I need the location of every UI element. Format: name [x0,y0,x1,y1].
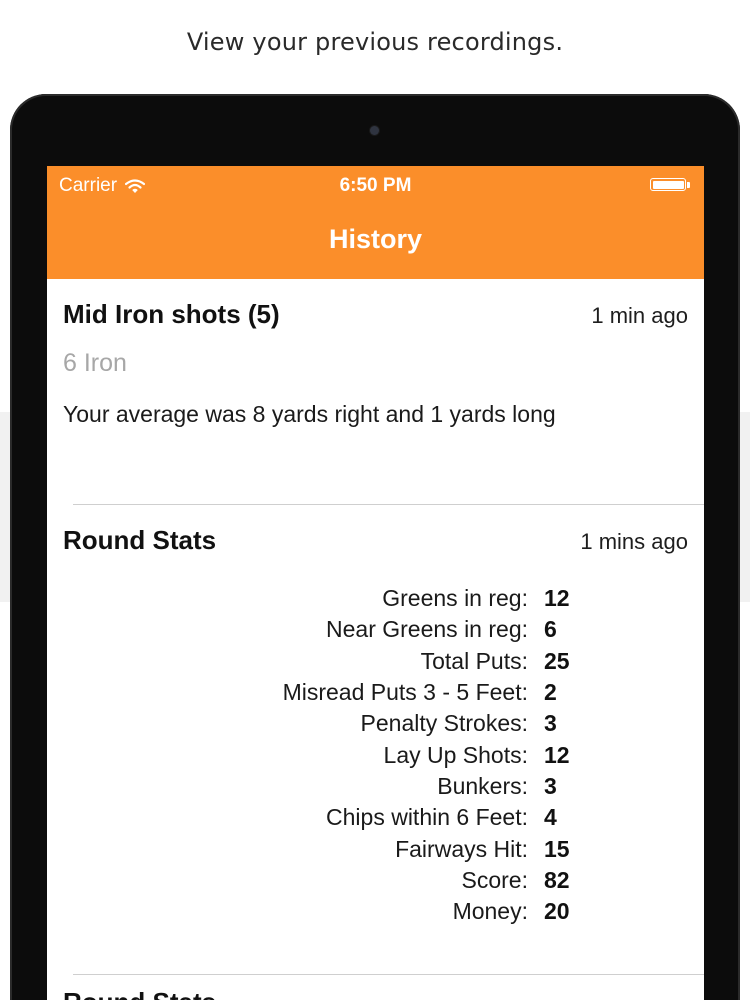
stat-label: Score: [461,866,528,893]
history-item-round-stats-partial[interactable]: Round Stats [47,975,704,1000]
tablet-frame: Carrier 6:50 PM History Mid Iron shots (… [10,94,740,1000]
stat-label: Near Greens in reg: [326,616,528,643]
stat-row: Fairways Hit: 15 [47,833,704,864]
stat-row: Penalty Strokes: 3 [47,708,704,739]
stat-value: 15 [544,835,570,862]
stat-label: Money: [452,898,528,925]
stat-row: Bunkers: 3 [47,771,704,802]
stat-value: 4 [544,804,557,831]
stat-value: 6 [544,616,557,643]
history-item-round-stats[interactable]: Round Stats 1 mins ago Greens in reg: 12 … [47,505,704,975]
stat-value: 12 [544,585,570,612]
history-item-title: Round Stats [63,987,216,1000]
stat-row: Score: 82 [47,865,704,896]
history-item-club: 6 Iron [63,349,127,377]
app-store-screenshot: View your previous recordings. Carrier 6… [0,0,750,1000]
app-screen: Carrier 6:50 PM History Mid Iron shots (… [47,166,704,1000]
stat-label: Lay Up Shots: [383,741,528,768]
status-bar: Carrier 6:50 PM [47,166,704,206]
stat-value: 25 [544,647,570,674]
navigation-bar: Carrier 6:50 PM History [47,166,704,279]
stat-value: 20 [544,898,570,925]
stat-value: 2 [544,679,557,706]
page-title: History [328,224,423,254]
history-item-title: Round Stats [63,525,217,555]
history-item-title: Mid Iron shots (5) [63,299,280,329]
camera-icon [370,126,379,135]
stat-value: 3 [544,710,557,737]
stat-label: Chips within 6 Feet: [326,804,528,831]
stat-label: Bunkers: [437,772,528,799]
stat-row: Chips within 6 Feet: 4 [47,802,704,833]
round-stats-list: Greens in reg: 12 Near Greens in reg: 6 To… [47,583,704,927]
history-item-time: 1 mins ago [580,529,688,554]
history-item-mid-iron[interactable]: Mid Iron shots (5) 1 min ago 6 Iron Your… [47,279,704,505]
stat-label: Greens in reg: [382,585,528,612]
stat-label: Misread Puts 3 - 5 Feet: [282,679,528,706]
stat-value: 12 [544,741,570,768]
stat-row: Lay Up Shots: 12 [47,739,704,770]
history-item-summary: Your average was 8 yards right and 1 yar… [63,401,556,427]
stat-label: Penalty Strokes: [360,710,528,737]
marketing-caption: View your previous recordings. [186,28,564,56]
stat-value: 82 [544,866,570,893]
status-time: 6:50 PM [339,175,412,196]
history-item-time: 1 min ago [591,303,688,328]
stat-row: Money: 20 [47,896,704,927]
stat-row: Misread Puts 3 - 5 Feet: 2 [47,677,704,708]
history-list[interactable]: Mid Iron shots (5) 1 min ago 6 Iron Your… [47,279,704,1000]
stat-row: Total Puts: 25 [47,646,704,677]
stat-label: Total Puts: [420,647,528,674]
battery-icon [650,178,690,191]
stat-value: 3 [544,772,557,799]
stat-row: Near Greens in reg: 6 [47,614,704,645]
stat-row: Greens in reg: 12 [47,583,704,614]
stat-label: Fairways Hit: [395,835,528,862]
